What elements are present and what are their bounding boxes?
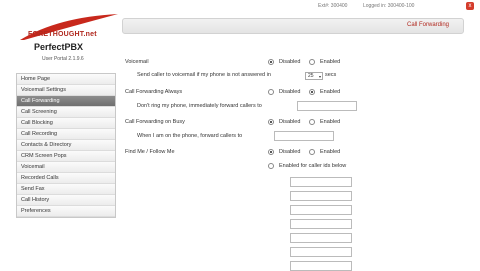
find-me-disabled-radio[interactable] <box>268 149 274 155</box>
forward-always-disabled-label: Disabled <box>279 89 301 95</box>
voicemail-timeout-label: Send caller to voicemail if my phone is … <box>137 72 271 78</box>
page-title: Call Forwarding <box>406 22 449 28</box>
find-me-enabled-label: Enabled <box>320 149 341 155</box>
voicemail-seconds-value: 25 <box>308 73 314 79</box>
forward-busy-enabled-radio[interactable] <box>309 119 315 125</box>
sidebar-item-call-blocking[interactable]: Call Blocking <box>17 118 115 129</box>
sidebar-item-preferences[interactable]: Preferences <box>17 206 115 217</box>
forward-busy-label: Call Forwarding on Busy <box>125 119 185 125</box>
forward-busy-disabled-radio[interactable] <box>268 119 274 125</box>
callerid-input[interactable] <box>290 191 352 201</box>
sidebar-item-crm-screen-pops[interactable]: CRM Screen Pops <box>17 151 115 162</box>
sidebar-item-voicemail[interactable]: Voicemail <box>17 162 115 173</box>
voicemail-label: Voicemail <box>125 59 149 65</box>
sidebar-item-call-screening[interactable]: Call Screening <box>17 107 115 118</box>
find-me-enabled-radio[interactable] <box>309 149 315 155</box>
find-me-label: Find Me / Follow Me <box>125 149 175 155</box>
find-me-callerid-radio[interactable] <box>268 163 274 169</box>
find-me-callerid-label: Enabled for caller ids below <box>279 163 347 169</box>
extension-label: Ext#: 300400 <box>318 3 348 9</box>
sidebar-item-call-forwarding[interactable]: Call Forwarding <box>17 96 115 107</box>
sidebar-nav: Home Page Voicemail Settings Call Forwar… <box>16 73 116 218</box>
forward-always-target-label: Don't ring my phone, immediately forward… <box>137 103 262 109</box>
sidebar-item-call-history[interactable]: Call History <box>17 195 115 206</box>
logo: FORETHOUGHT.net PerfectPBX User Portal 2… <box>18 12 123 67</box>
sidebar-item-contacts-directory[interactable]: Contacts & Directory <box>17 140 115 151</box>
version-label: User Portal 2.1.9.6 <box>42 56 84 62</box>
forward-busy-enabled-label: Enabled <box>320 119 341 125</box>
sidebar-item-voicemail-settings[interactable]: Voicemail Settings <box>17 85 115 96</box>
forward-always-enabled-label: Enabled <box>320 89 341 95</box>
chevron-down-icon: ▾ <box>318 74 321 79</box>
callerid-input[interactable] <box>290 205 352 215</box>
voicemail-disabled-label: Disabled <box>279 59 301 65</box>
forward-busy-disabled-label: Disabled <box>279 119 301 125</box>
product-name: PerfectPBX <box>34 42 84 52</box>
voicemail-seconds-unit: secs <box>325 72 337 78</box>
callerid-input[interactable] <box>290 247 352 257</box>
page-header: Call Forwarding <box>122 18 464 34</box>
find-me-disabled-label: Disabled <box>279 149 301 155</box>
close-icon[interactable]: x <box>466 2 474 10</box>
sidebar-item-send-fax[interactable]: Send Fax <box>17 184 115 195</box>
sidebar-item-call-recording[interactable]: Call Recording <box>17 129 115 140</box>
forward-always-disabled-radio[interactable] <box>268 89 274 95</box>
forward-always-enabled-radio[interactable] <box>309 89 315 95</box>
voicemail-enabled-label: Enabled <box>320 59 341 65</box>
forward-busy-number-input[interactable] <box>274 131 334 141</box>
voicemail-seconds-select[interactable]: 25 ▾ <box>305 72 323 80</box>
sidebar-item-recorded-calls[interactable]: Recorded Calls <box>17 173 115 184</box>
callerid-input[interactable] <box>290 177 352 187</box>
forward-always-number-input[interactable] <box>297 101 357 111</box>
voicemail-disabled-radio[interactable] <box>268 59 274 65</box>
forward-busy-target-label: When I am on the phone, forward callers … <box>137 133 243 139</box>
forward-always-label: Call Forwarding Always <box>125 89 183 95</box>
sidebar-item-home-page[interactable]: Home Page <box>17 74 115 85</box>
callerid-input[interactable] <box>290 219 352 229</box>
logged-in-label: Logged in: 300400-100 <box>363 3 415 9</box>
voicemail-enabled-radio[interactable] <box>309 59 315 65</box>
brand-name: FORETHOUGHT.net <box>28 31 97 38</box>
callerid-input[interactable] <box>290 233 352 243</box>
